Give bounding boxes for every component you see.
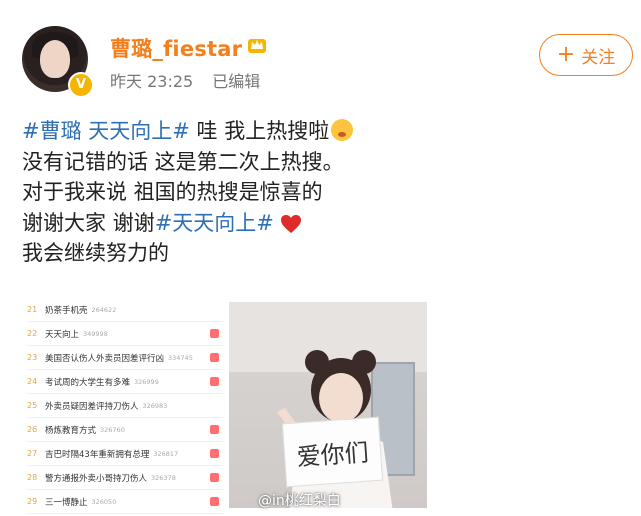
trend-count: 264622 <box>91 305 117 314</box>
hot-badge-icon <box>210 449 219 458</box>
hot-badge-icon <box>210 497 219 506</box>
trend-rank: 26 <box>27 425 38 434</box>
hot-badge-icon <box>210 353 219 362</box>
trend-title: 考试周的大学生有多难 <box>45 377 131 388</box>
trend-count: 349998 <box>83 329 108 338</box>
trend-row: 23 美国否认伤人外卖员因差评行凶 334745 <box>27 346 223 370</box>
trend-row: 28 警方通报外卖小哥持刀伤人 326378 <box>27 466 223 490</box>
trend-title: 杨炼教育方式 <box>45 425 97 436</box>
post-line-4-text: 谢谢大家 谢谢 <box>22 210 155 235</box>
hot-badge-icon <box>210 425 219 434</box>
plus-icon: + <box>556 42 576 67</box>
trend-count: 326999 <box>134 377 159 386</box>
post-meta: 昨天 23:25 已编辑 <box>110 68 274 92</box>
crown-icon <box>248 39 266 53</box>
edited-label[interactable]: 已编辑 <box>212 72 260 91</box>
post-line-5: 我会继续努力的 <box>22 241 169 265</box>
trend-row: 27 吉巴时隔43年重新拥有总理 326817 <box>27 442 223 466</box>
avatar-face <box>40 40 70 78</box>
hot-badge-icon <box>210 377 219 386</box>
trend-row: 25 外卖员疑因差评持刀伤人 326983 <box>27 394 223 418</box>
post-photo[interactable]: 爱你们 <box>229 302 427 508</box>
trend-row: 26 杨炼教育方式 326760 <box>27 418 223 442</box>
trend-title: 外卖员疑因差评持刀伤人 <box>45 401 139 412</box>
photo-sign: 爱你们 <box>281 416 384 488</box>
follow-button[interactable]: + 关注 <box>539 34 633 76</box>
trend-count: 326817 <box>153 449 179 458</box>
hot-badge-icon <box>210 473 219 482</box>
hashtag-link[interactable]: #曹璐 天天向上# <box>22 119 190 143</box>
trending-list-image[interactable]: 21 奶茶手机壳 264622 22 天天向上 349998 23 美国否认伤人… <box>27 298 223 514</box>
trend-row: 22 天天向上 349998 <box>27 322 223 346</box>
post-time: 昨天 23:25 <box>110 72 194 91</box>
username[interactable]: 曹璐_fiestar <box>110 33 242 63</box>
post-line-3: 对于我来说 祖国的热搜是惊喜的 <box>22 180 323 204</box>
blush-emoji-icon <box>331 119 354 141</box>
heart-icon <box>280 214 301 233</box>
trend-title: 奶茶手机壳 <box>45 305 88 316</box>
hot-badge-icon <box>210 329 219 338</box>
trend-title: 吉巴时隔43年重新拥有总理 <box>45 449 150 460</box>
trend-rank: 28 <box>27 473 38 482</box>
trend-row: 21 奶茶手机壳 264622 <box>27 298 223 322</box>
trend-count: 326050 <box>91 497 117 506</box>
trend-rank: 22 <box>27 329 38 338</box>
post-line-4: 谢谢大家 谢谢#天天向上# <box>22 208 353 239</box>
trend-count: 326983 <box>142 401 168 410</box>
follow-label: 关注 <box>581 47 616 68</box>
trend-count: 326760 <box>100 425 125 434</box>
trend-row: 24 考试周的大学生有多难 326999 <box>27 370 223 394</box>
post-body: #曹璐 天天向上# 哇 我上热搜啦 没有记错的话 这是第二次上热搜。 对于我来说… <box>22 116 354 269</box>
post-line-2: 没有记错的话 这是第二次上热搜。 <box>22 149 344 174</box>
trend-title: 美国否认伤人外卖员因差评行凶 <box>45 353 165 364</box>
trend-title: 警方通报外卖小哥持刀伤人 <box>45 473 148 484</box>
trend-rank: 27 <box>27 449 38 458</box>
trend-title: 天天向上 <box>45 329 80 340</box>
trend-row: 29 三一博静止 326050 <box>27 490 223 514</box>
trend-count: 326378 <box>151 473 176 482</box>
trend-count: 334745 <box>168 353 193 362</box>
trend-rank: 24 <box>27 377 38 386</box>
verified-badge-icon: V <box>68 72 94 98</box>
trend-rank: 29 <box>27 497 38 506</box>
post-line-1-text: 哇 我上热搜啦 <box>189 119 330 143</box>
hashtag-link-2[interactable]: #天天向上# <box>155 211 274 235</box>
trend-title: 三一博静止 <box>45 497 88 508</box>
post-line-1: #曹璐 天天向上# 哇 我上热搜啦 <box>22 116 354 147</box>
watermark: @in桃红梨白 <box>258 493 341 509</box>
trend-rank: 25 <box>27 401 38 410</box>
trend-rank: 23 <box>27 353 38 362</box>
trend-rank: 21 <box>27 305 38 314</box>
